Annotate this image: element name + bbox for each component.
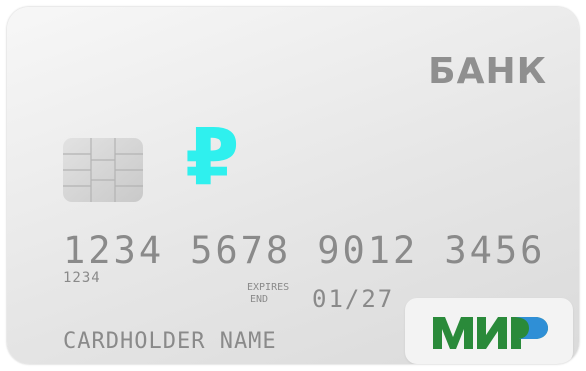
card-number-group-2: 5678 — [190, 229, 292, 272]
bank-card: БАНК ₽ 1234 5678 9012 3456 1234 EXPIRES END — [7, 7, 579, 364]
card-number-group-4: 3456 — [444, 229, 546, 272]
ruble-icon: ₽ — [185, 113, 240, 203]
expires-label-line2: END — [250, 294, 269, 305]
card-number-group-3: 9012 — [317, 229, 419, 272]
expires-end-label: EXPIRES END — [247, 282, 289, 306]
cardholder-name: CARDHOLDER NAME — [63, 329, 277, 354]
card-number-group-1: 1234 — [63, 229, 165, 272]
payment-system-badge — [405, 298, 573, 364]
emv-chip-icon — [63, 138, 143, 202]
card-number-small: 1234 — [63, 270, 101, 286]
expiry-date: 01/27 — [312, 285, 395, 313]
bank-name: БАНК — [428, 51, 547, 92]
expires-label-line1: EXPIRES — [247, 282, 290, 293]
mir-logo-icon — [433, 317, 548, 349]
card-number: 1234 5678 9012 3456 — [63, 229, 545, 272]
